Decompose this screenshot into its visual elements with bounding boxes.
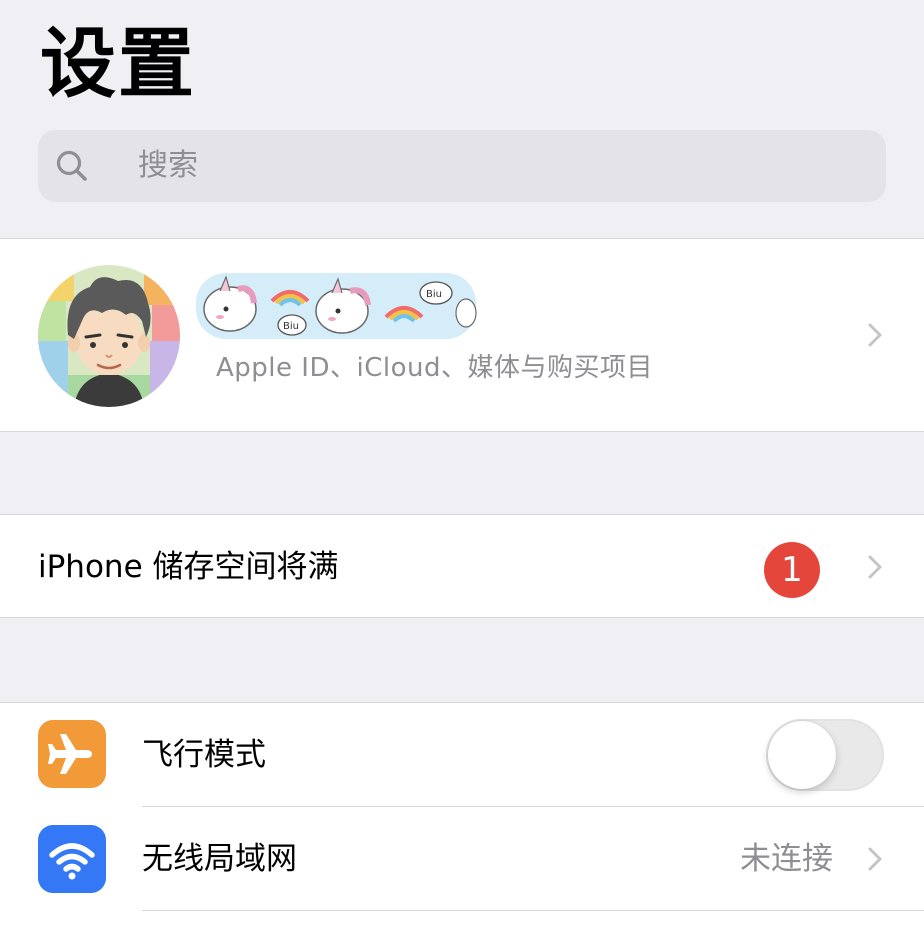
settings-list: 飞行模式 无线局域网 未连接 bbox=[0, 702, 924, 933]
airplane-icon bbox=[38, 720, 106, 788]
chevron-right-icon bbox=[868, 847, 882, 871]
apple-id-subtitle: Apple ID、iCloud、媒体与购买项目 bbox=[216, 353, 653, 383]
airplane-mode-row[interactable]: 飞行模式 bbox=[0, 703, 924, 806]
wifi-row[interactable]: 无线局域网 未连接 bbox=[0, 807, 924, 911]
chevron-right-icon bbox=[868, 555, 882, 579]
wifi-status: 未连接 bbox=[740, 841, 833, 877]
airplane-mode-label: 飞行模式 bbox=[142, 737, 266, 773]
notification-badge: 1 bbox=[764, 542, 820, 598]
avatar bbox=[38, 265, 180, 407]
wifi-icon bbox=[38, 825, 106, 893]
row-divider bbox=[142, 910, 924, 911]
search-bar[interactable] bbox=[38, 130, 886, 202]
toggle-knob bbox=[768, 721, 836, 789]
airplane-mode-toggle[interactable] bbox=[766, 719, 884, 791]
svg-text:Biu: Biu bbox=[283, 321, 299, 332]
wifi-label: 无线局域网 bbox=[142, 841, 297, 877]
account-name-sticker: Biu Biu bbox=[190, 263, 482, 347]
page-title: 设置 bbox=[40, 19, 196, 108]
svg-text:Biu: Biu bbox=[426, 289, 442, 300]
storage-alert-label: iPhone 储存空间将满 bbox=[38, 549, 339, 585]
storage-alert-row[interactable]: iPhone 储存空间将满 1 bbox=[0, 514, 924, 618]
search-input[interactable] bbox=[138, 130, 838, 202]
chevron-right-icon bbox=[868, 323, 882, 347]
search-icon bbox=[54, 148, 90, 184]
apple-id-row[interactable]: Biu Biu Apple ID、iCloud、媒体与购买项目 bbox=[0, 238, 924, 432]
